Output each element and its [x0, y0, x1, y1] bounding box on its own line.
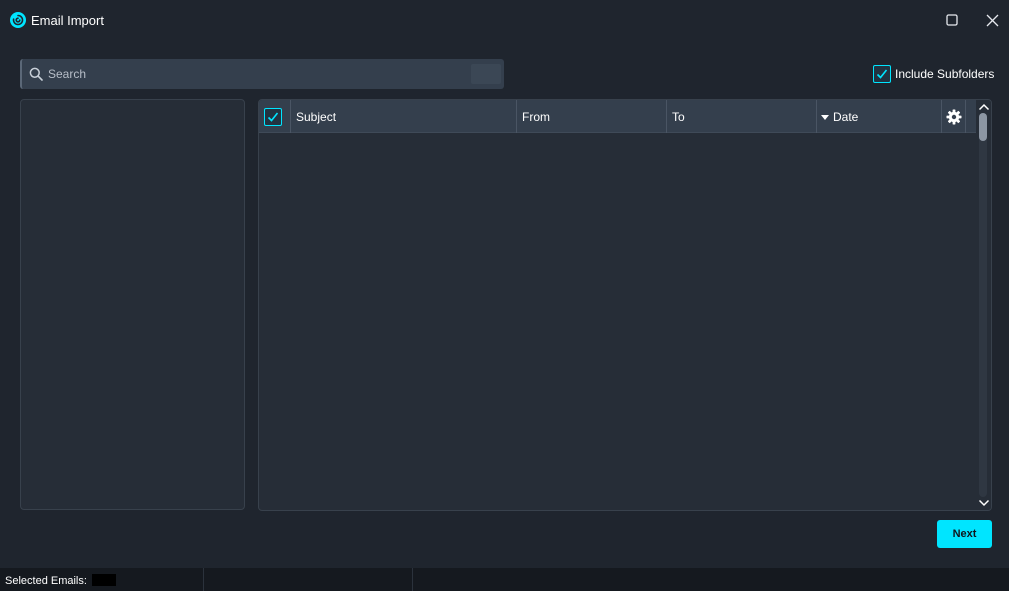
gear-icon [946, 109, 961, 124]
search-clear-button[interactable] [471, 64, 501, 84]
maximize-button[interactable] [939, 8, 965, 32]
status-divider [412, 568, 413, 591]
select-all-checkbox[interactable] [264, 107, 282, 126]
chevron-down-icon[interactable] [978, 499, 990, 507]
checkmark-icon [267, 112, 279, 122]
include-subfolders-checkbox[interactable]: Include Subfolders [873, 65, 994, 83]
status-divider [203, 568, 204, 591]
column-label: From [522, 109, 550, 124]
checkmark-icon [876, 69, 888, 79]
select-all-header [259, 100, 291, 133]
close-button[interactable] [979, 8, 1005, 32]
column-header-to[interactable]: To [667, 100, 817, 133]
app-swirl-icon [10, 12, 26, 28]
scrollbar-thumb[interactable] [979, 113, 987, 141]
window-title: Email Import [31, 13, 104, 28]
search-input[interactable] [48, 59, 468, 89]
selected-emails-value [92, 574, 116, 586]
status-bar: Selected Emails: [0, 568, 1009, 591]
close-icon [986, 14, 998, 26]
column-label: Date [833, 109, 859, 124]
sort-descending-icon [821, 114, 829, 120]
table-header: Subject From To Date [259, 100, 976, 133]
scrollbar-track[interactable] [979, 113, 987, 497]
column-header-subject[interactable]: Subject [291, 100, 517, 133]
include-subfolders-label: Include Subfolders [895, 67, 995, 81]
search-icon [29, 67, 43, 81]
column-header-date[interactable]: Date [817, 100, 942, 133]
email-list-panel: Subject From To Date [258, 99, 992, 511]
maximize-icon [946, 14, 958, 26]
selected-emails-label: Selected Emails: [5, 575, 87, 587]
chevron-up-icon[interactable] [978, 103, 990, 111]
search-box [20, 59, 504, 89]
title-bar: Email Import [0, 0, 1009, 40]
include-subfolders-check[interactable] [873, 65, 891, 83]
column-label: Subject [296, 109, 337, 124]
folder-tree-panel[interactable] [20, 99, 245, 510]
column-header-from[interactable]: From [517, 100, 667, 133]
vertical-scrollbar[interactable] [976, 100, 991, 510]
column-label: To [672, 109, 685, 124]
column-settings-button[interactable] [942, 100, 966, 133]
next-button[interactable]: Next [937, 520, 992, 548]
